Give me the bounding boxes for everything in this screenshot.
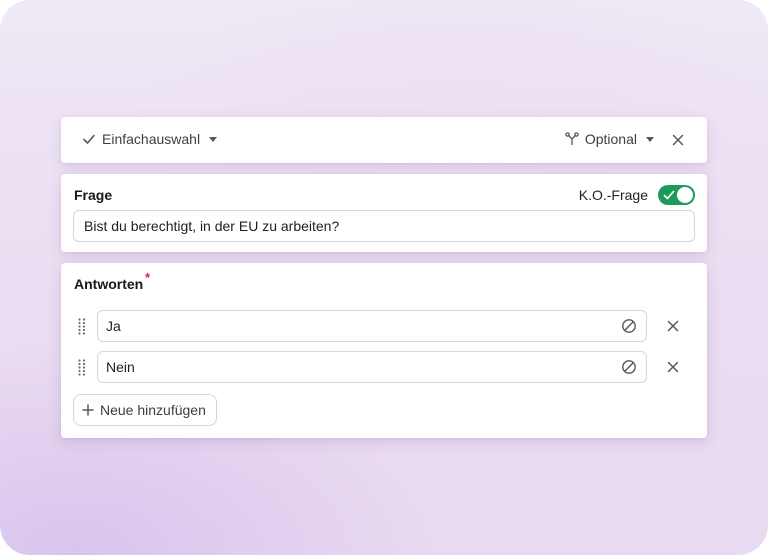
answer-text: Nein bbox=[106, 359, 135, 375]
close-icon bbox=[672, 134, 684, 146]
toggle-knob bbox=[677, 187, 693, 203]
answer-input[interactable]: Ja bbox=[97, 310, 647, 342]
answer-row: Ja bbox=[77, 310, 687, 342]
caret-down-icon bbox=[209, 137, 218, 142]
close-icon bbox=[667, 320, 679, 332]
visibility-label: Optional bbox=[584, 131, 637, 147]
answers-label: Antworten bbox=[74, 276, 144, 292]
add-answer-button[interactable]: Neue hinzufügen bbox=[73, 394, 217, 426]
remove-answer-button[interactable] bbox=[664, 317, 682, 335]
add-answer-label: Neue hinzufügen bbox=[100, 402, 206, 418]
check-icon bbox=[663, 190, 675, 200]
answer-row: Nein bbox=[77, 351, 687, 383]
question-type-label: Einfachauswahl bbox=[102, 131, 201, 147]
answers-card: Antworten * Ja Nein Neue hinzufügen bbox=[61, 263, 707, 438]
required-marker: * bbox=[145, 270, 151, 285]
ko-question-toggle[interactable] bbox=[658, 185, 695, 205]
answer-input[interactable]: Nein bbox=[97, 351, 647, 383]
drag-handle-icon[interactable] bbox=[77, 359, 87, 376]
question-label: Frage bbox=[74, 187, 113, 203]
visibility-dropdown[interactable]: Optional bbox=[565, 131, 657, 147]
question-type-dropdown[interactable]: Einfachauswahl bbox=[82, 131, 220, 147]
remove-answer-button[interactable] bbox=[664, 358, 682, 376]
branch-icon bbox=[565, 132, 579, 146]
question-toolbar: Einfachauswahl Optional bbox=[61, 117, 707, 163]
caret-down-icon bbox=[646, 137, 654, 142]
question-input[interactable]: Bist du berechtigt, in der EU zu arbeite… bbox=[73, 210, 695, 242]
close-icon bbox=[667, 361, 679, 373]
close-question-button[interactable] bbox=[669, 131, 687, 149]
question-card: Frage K.O.-Frage Bist du berechtigt, in … bbox=[61, 174, 707, 252]
drag-handle-icon[interactable] bbox=[77, 318, 87, 335]
check-icon bbox=[83, 134, 95, 144]
ban-icon[interactable] bbox=[621, 318, 637, 334]
ban-icon[interactable] bbox=[621, 359, 637, 375]
ko-question-label: K.O.-Frage bbox=[578, 187, 648, 203]
plus-icon bbox=[82, 404, 94, 416]
answer-text: Ja bbox=[106, 318, 121, 334]
